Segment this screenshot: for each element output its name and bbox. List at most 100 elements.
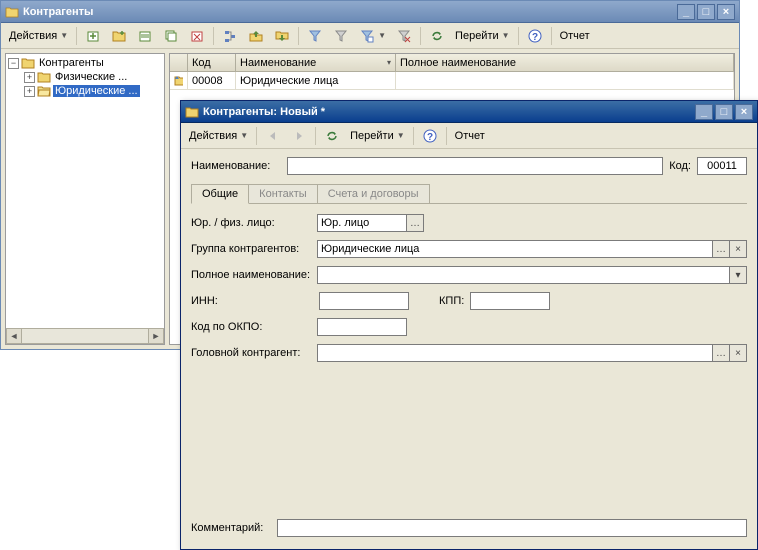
separator (256, 127, 257, 145)
cell-full (396, 72, 734, 90)
minimize-button[interactable]: _ (677, 4, 695, 20)
fullname-dropdown-button[interactable]: ▾ (730, 266, 747, 284)
chevron-down-icon: ▼ (378, 31, 386, 40)
separator (446, 127, 447, 145)
expand-icon[interactable]: + (24, 72, 35, 83)
tab-contacts[interactable]: Контакты (248, 184, 318, 204)
goto-label: Перейти (350, 130, 394, 142)
delete-button[interactable] (185, 26, 209, 46)
grid-header: Код Наименование▾ Полное наименование (170, 54, 734, 72)
expand-icon[interactable]: + (24, 86, 35, 97)
comment-label: Комментарий: (191, 522, 271, 534)
kpp-field[interactable] (470, 292, 550, 310)
scroll-left-button[interactable]: ◄ (6, 328, 22, 344)
filter-off-button[interactable] (329, 26, 353, 46)
main-title-bar: Контрагенты _ □ × (1, 1, 739, 23)
report-button[interactable]: Отчет (556, 26, 594, 46)
parent-clear-button[interactable]: × (730, 344, 747, 362)
grid-header-full[interactable]: Полное наименование (396, 54, 734, 72)
parent-lookup-button[interactable]: … (713, 344, 730, 362)
chevron-down-icon: ▼ (397, 131, 405, 140)
edit-icon (137, 28, 153, 44)
add-folder-button[interactable] (107, 26, 131, 46)
fullname-label: Полное наименование: (191, 269, 311, 281)
tabs: Общие Контакты Счета и договоры (191, 183, 747, 204)
type-select[interactable] (317, 214, 407, 232)
report-label: Отчет (560, 30, 590, 42)
help-icon: ? (422, 128, 438, 144)
tree-root[interactable]: − Контрагенты (8, 56, 162, 70)
grid-header-code[interactable]: Код (188, 54, 236, 72)
code-field[interactable] (697, 157, 747, 175)
name-field[interactable] (287, 157, 663, 175)
name-label: Наименование: (191, 160, 281, 172)
separator (518, 27, 519, 45)
folder-icon (5, 5, 19, 19)
okpo-label: Код по ОКПО: (191, 321, 311, 333)
scroll-track[interactable] (22, 328, 148, 344)
okpo-field[interactable] (317, 318, 407, 336)
tree-item-selected[interactable]: + Юридические ... (24, 84, 162, 98)
scroll-right-button[interactable]: ► (148, 328, 164, 344)
help-button[interactable]: ? (418, 126, 442, 146)
tree-item[interactable]: + Физические ... (24, 70, 162, 84)
filter-button[interactable] (303, 26, 327, 46)
folder-icon (37, 71, 51, 83)
group-label: Группа контрагентов: (191, 243, 311, 255)
close-button[interactable]: × (735, 104, 753, 120)
level-down-icon (274, 28, 290, 44)
chevron-down-icon: ▼ (240, 131, 248, 140)
row-marker (170, 72, 188, 90)
clear-filter-button[interactable] (392, 26, 416, 46)
parent-field[interactable] (317, 344, 713, 362)
level-up-button[interactable] (244, 26, 268, 46)
filter-by-button[interactable]: ▼ (355, 26, 390, 46)
inn-field[interactable] (319, 292, 409, 310)
separator (420, 27, 421, 45)
inn-label: ИНН: (191, 295, 231, 307)
add-button[interactable] (81, 26, 105, 46)
main-window-title: Контрагенты (23, 6, 677, 18)
folder-open-icon (37, 85, 51, 97)
collapse-icon[interactable]: − (8, 58, 19, 69)
actions-menu[interactable]: Действия ▼ (5, 26, 72, 46)
group-field[interactable] (317, 240, 713, 258)
level-down-button[interactable] (270, 26, 294, 46)
fullname-field[interactable] (317, 266, 730, 284)
tab-general[interactable]: Общие (191, 184, 249, 204)
dialog-title: Контрагенты: Новый * (203, 106, 695, 118)
minimize-button[interactable]: _ (695, 104, 713, 120)
grid-header-name[interactable]: Наименование▾ (236, 54, 396, 72)
group-lookup-button[interactable]: … (713, 240, 730, 258)
separator (413, 127, 414, 145)
tree-item-label: Юридические ... (53, 85, 140, 97)
comment-field[interactable] (277, 519, 747, 537)
copy-button[interactable] (159, 26, 183, 46)
add-icon (85, 28, 101, 44)
tab-accounts[interactable]: Счета и договоры (317, 184, 430, 204)
dialog-toolbar: Действия ▼ Перейти ▼ ? Отчет (181, 123, 757, 149)
maximize-button[interactable]: □ (697, 4, 715, 20)
chevron-down-icon: ▼ (502, 31, 510, 40)
actions-menu[interactable]: Действия ▼ (185, 126, 252, 146)
separator (315, 127, 316, 145)
table-row[interactable]: 00008 Юридические лица (170, 72, 734, 90)
close-button[interactable]: × (717, 4, 735, 20)
edit-button[interactable] (133, 26, 157, 46)
help-button[interactable]: ? (523, 26, 547, 46)
goto-menu[interactable]: Перейти ▼ (451, 26, 514, 46)
refresh-button[interactable] (320, 126, 344, 146)
grid-header-marker[interactable] (170, 54, 188, 72)
next-button[interactable] (287, 126, 311, 146)
filter-by-icon (359, 28, 375, 44)
prev-button[interactable] (261, 126, 285, 146)
copy-icon (163, 28, 179, 44)
refresh-button[interactable] (425, 26, 449, 46)
maximize-button[interactable]: □ (715, 104, 733, 120)
separator (76, 27, 77, 45)
goto-menu[interactable]: Перейти ▼ (346, 126, 409, 146)
type-select-button[interactable]: … (407, 214, 424, 232)
report-button[interactable]: Отчет (451, 126, 489, 146)
group-clear-button[interactable]: × (730, 240, 747, 258)
hierarchy-button[interactable] (218, 26, 242, 46)
